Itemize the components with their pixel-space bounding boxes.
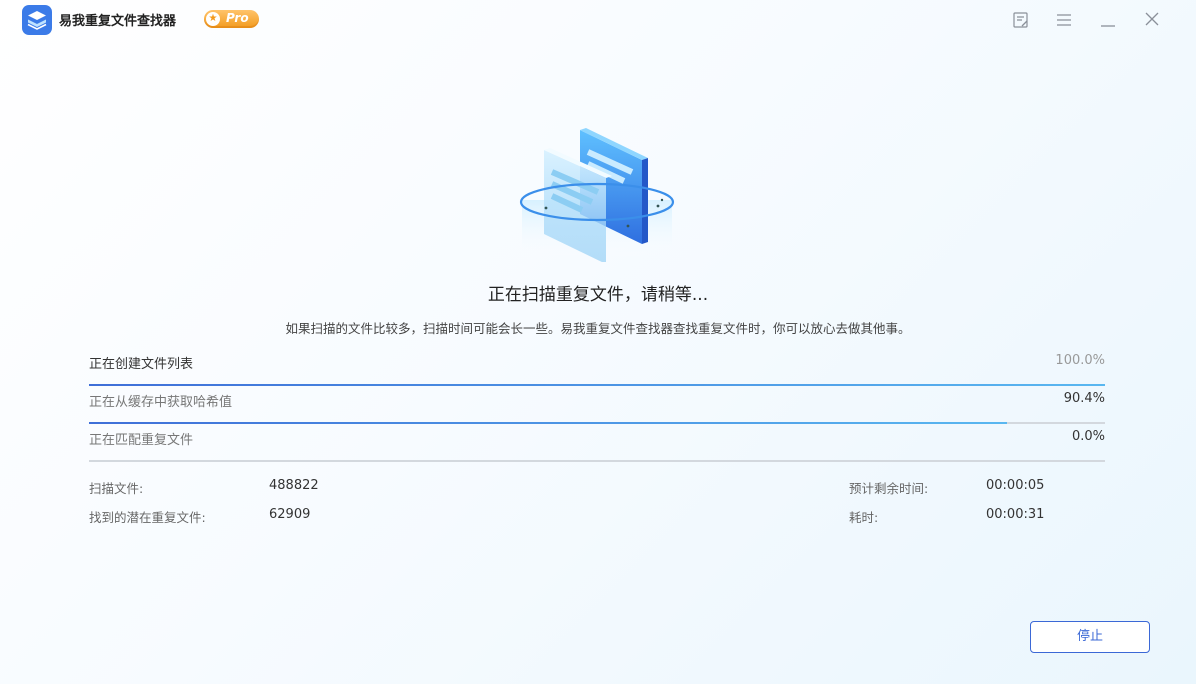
- close-button[interactable]: [1141, 9, 1163, 31]
- pro-badge-label: Pro: [226, 11, 249, 25]
- duplicates-found-value: 62909: [269, 507, 311, 522]
- scan-heading: 正在扫描重复文件，请稍等...: [487, 285, 709, 305]
- app-logo-icon: [22, 5, 52, 35]
- pro-badge: ★ Pro: [204, 10, 259, 28]
- progress-label: 正在匹配重复文件: [89, 433, 194, 448]
- progress-row-create-list: 正在创建文件列表 100.0%: [89, 348, 1105, 386]
- progress-value: 100.0%: [1055, 353, 1105, 368]
- minimize-button[interactable]: [1097, 9, 1119, 31]
- progress-row-match-duplicates: 正在匹配重复文件 0.0%: [89, 424, 1105, 462]
- duplicates-found-label: 找到的潜在重复文件:: [89, 510, 206, 525]
- progress-row-hash-cache: 正在从缓存中获取哈希值 90.4%: [89, 386, 1105, 424]
- progress-label: 正在创建文件列表: [89, 357, 194, 372]
- stop-button[interactable]: 停止: [1030, 621, 1150, 653]
- feedback-icon: [1010, 9, 1032, 31]
- progress-value: 90.4%: [1063, 391, 1105, 406]
- remaining-time-label: 预计剩余时间:: [849, 481, 929, 496]
- remaining-time-value: 00:00:05: [986, 478, 1045, 493]
- menu-icon: [1053, 9, 1075, 31]
- scanned-files-label: 扫描文件:: [89, 481, 144, 496]
- minimize-icon: [1097, 9, 1119, 31]
- feedback-button[interactable]: [1010, 9, 1032, 31]
- menu-button[interactable]: [1053, 9, 1075, 31]
- scan-subheading: 如果扫描的文件比较多，扫描时间可能会长一些。易我重复文件查找器查找重复文件时，你…: [285, 321, 911, 336]
- star-icon: ★: [206, 12, 220, 26]
- progress-label: 正在从缓存中获取哈希值: [89, 395, 233, 410]
- elapsed-time-label: 耗时:: [849, 510, 879, 525]
- close-icon: [1141, 9, 1163, 31]
- app-title: 易我重复文件查找器: [59, 14, 177, 29]
- title-bar: 易我重复文件查找器 ★ Pro: [0, 0, 1196, 40]
- scanned-files-value: 488822: [269, 478, 319, 493]
- progress-value: 0.0%: [1071, 429, 1105, 444]
- elapsed-time-value: 00:00:31: [986, 507, 1045, 522]
- scan-illustration: [512, 122, 682, 264]
- progress-track: [89, 460, 1105, 462]
